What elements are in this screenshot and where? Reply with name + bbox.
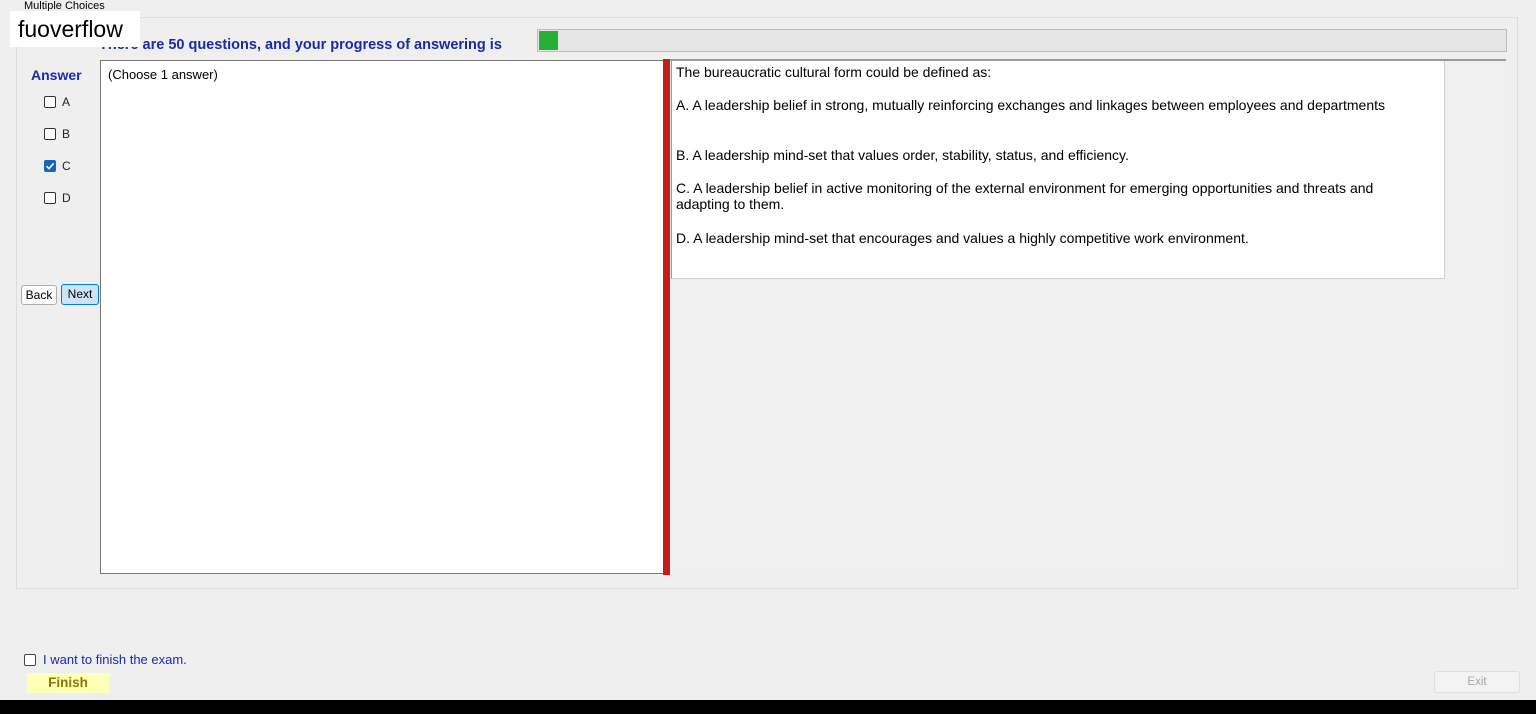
option-c-label: C bbox=[62, 159, 71, 173]
question-choice-a: A. A leadership belief in strong, mutual… bbox=[676, 97, 1385, 113]
question-box: The bureaucratic cultural form could be … bbox=[671, 61, 1445, 279]
taskbar-strip bbox=[0, 700, 1536, 714]
overlay-label: fuoverflow bbox=[10, 11, 140, 47]
checkbox-a[interactable] bbox=[44, 96, 56, 108]
checkbox-d[interactable] bbox=[44, 192, 56, 204]
finish-exam-checkbox-row[interactable]: I want to finish the exam. bbox=[24, 652, 187, 667]
question-stem: The bureaucratic cultural form could be … bbox=[676, 64, 992, 80]
finish-exam-checkbox[interactable] bbox=[24, 653, 36, 666]
pane-splitter[interactable] bbox=[663, 59, 670, 575]
exit-button[interactable]: Exit bbox=[1434, 671, 1520, 693]
checkbox-b[interactable] bbox=[44, 128, 56, 140]
question-choice-d: D. A leadership mind-set that encourages… bbox=[676, 230, 1249, 246]
answer-pane: (Choose 1 answer) bbox=[100, 60, 663, 574]
option-b-label: B bbox=[62, 127, 71, 141]
answer-heading: Answer bbox=[31, 67, 82, 83]
finish-button[interactable]: Finish bbox=[27, 673, 109, 693]
choose-note: (Choose 1 answer) bbox=[108, 67, 218, 82]
finish-exam-label: I want to finish the exam. bbox=[43, 652, 187, 667]
next-button[interactable]: Next bbox=[61, 284, 99, 305]
option-d-label: D bbox=[62, 191, 71, 205]
question-choice-b: B. A leadership mind-set that values ord… bbox=[676, 147, 1129, 163]
progress-bar bbox=[537, 29, 1507, 52]
option-a-label: A bbox=[62, 95, 71, 109]
progress-fill bbox=[539, 31, 559, 50]
option-c[interactable]: C bbox=[44, 159, 71, 173]
option-d[interactable]: D bbox=[44, 191, 71, 205]
progress-text: There are 50 questions, and your progres… bbox=[99, 37, 502, 53]
question-choice-c: C. A leadership belief in active monitor… bbox=[676, 180, 1374, 212]
option-a[interactable]: A bbox=[44, 95, 70, 109]
checkbox-c[interactable] bbox=[44, 160, 56, 172]
option-b[interactable]: B bbox=[44, 127, 70, 141]
back-button[interactable]: Back bbox=[21, 285, 57, 305]
